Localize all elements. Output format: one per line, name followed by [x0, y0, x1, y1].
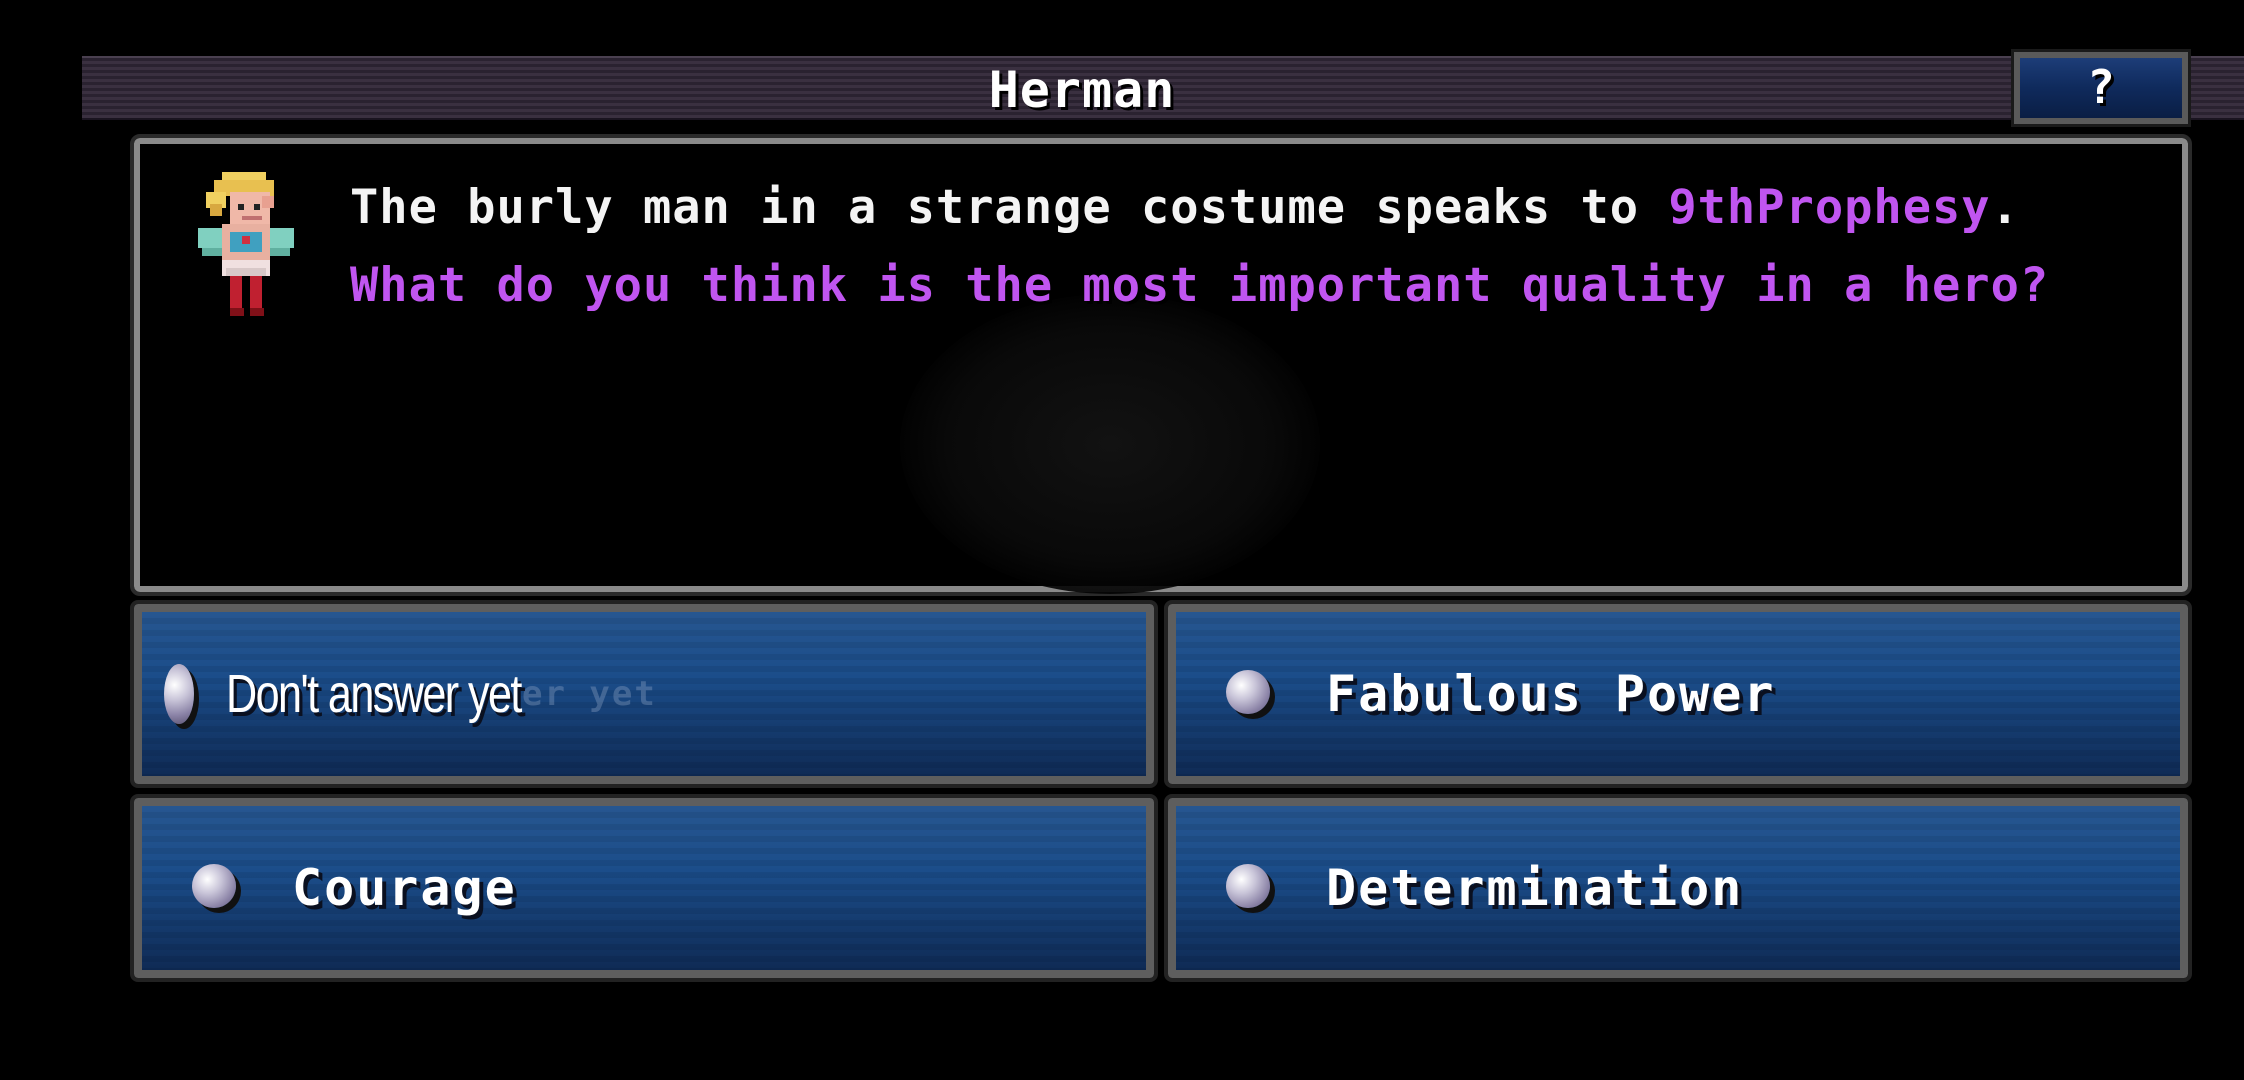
npc-name-title: Herman	[988, 61, 1176, 119]
bullet-icon	[192, 864, 236, 908]
bullet-icon	[164, 664, 194, 724]
choice-ghost-label: er yet	[522, 674, 657, 714]
npc-portrait-icon	[198, 172, 294, 316]
choice-label: Fabulous Power	[1326, 665, 1776, 723]
choice-label: Courage	[292, 859, 517, 917]
dialog-suffix: .	[1990, 180, 2020, 235]
bullet-icon	[1226, 670, 1270, 714]
dialog-text-line-1: The burly man in a strange costume speak…	[350, 180, 2020, 235]
choice-label: Don't answer yet	[226, 664, 522, 724]
player-name: 9thProphesy	[1668, 180, 1991, 235]
bullet-icon	[1226, 864, 1270, 908]
dialog-question: What do you think is the most important …	[350, 258, 2050, 313]
title-bar: Herman	[82, 56, 2244, 120]
help-button[interactable]: ?	[2011, 49, 2191, 127]
choice-fabulous-power[interactable]: Fabulous Power	[1164, 600, 2192, 788]
dialog-panel: The burly man in a strange costume speak…	[130, 134, 2192, 596]
choice-courage[interactable]: Courage	[130, 794, 1158, 982]
dialog-prefix: The burly man in a strange costume speak…	[350, 180, 1669, 235]
choice-dont-answer-yet[interactable]: Don't answer yet er yet	[130, 600, 1158, 788]
choice-label: Determination	[1326, 859, 1744, 917]
choice-determination[interactable]: Determination	[1164, 794, 2192, 982]
background-emblem	[900, 294, 1320, 594]
